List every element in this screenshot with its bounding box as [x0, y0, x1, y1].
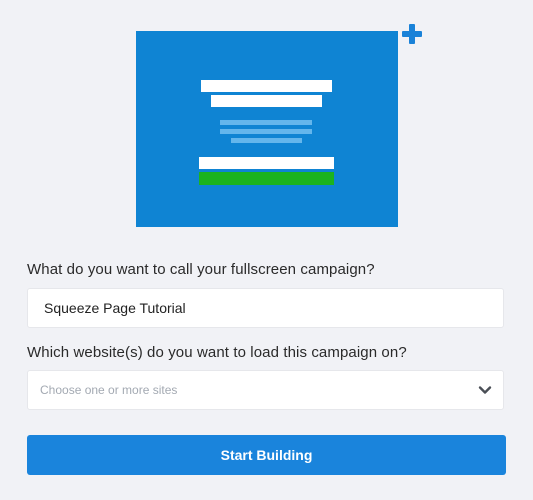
preview-subheadline-bar: [211, 95, 322, 107]
website-select-placeholder: Choose one or more sites: [40, 383, 178, 397]
campaign-name-field[interactable]: [27, 288, 504, 328]
preview-text-line: [220, 129, 312, 134]
preview-text-line: [220, 120, 312, 125]
website-select[interactable]: Choose one or more sites: [27, 370, 504, 410]
preview-text-line: [231, 138, 302, 143]
campaign-name-input[interactable]: [28, 289, 503, 327]
preview-input-bar: [199, 157, 334, 169]
preview-headline-bar: [201, 80, 332, 92]
start-building-button[interactable]: Start Building: [27, 435, 506, 475]
website-select-label: Which website(s) do you want to load thi…: [27, 344, 407, 361]
chevron-down-icon[interactable]: [477, 382, 493, 398]
campaign-name-label: What do you want to call your fullscreen…: [27, 261, 375, 278]
campaign-preview-image: [136, 31, 398, 227]
preview-cta-bar: [199, 172, 334, 185]
plus-icon: [402, 24, 422, 44]
